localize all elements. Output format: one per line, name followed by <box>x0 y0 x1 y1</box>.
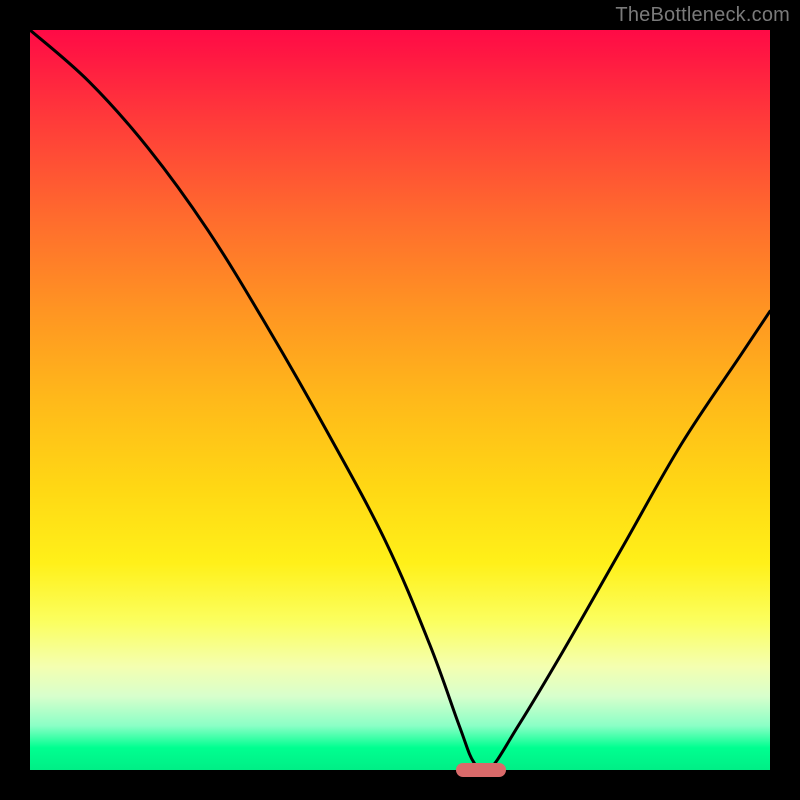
bottleneck-curve-path <box>30 30 770 770</box>
watermark-text: TheBottleneck.com <box>615 4 790 27</box>
curve-svg <box>30 30 770 770</box>
plot-area <box>30 30 770 770</box>
optimal-marker <box>456 763 506 777</box>
chart-frame: TheBottleneck.com <box>0 0 800 800</box>
